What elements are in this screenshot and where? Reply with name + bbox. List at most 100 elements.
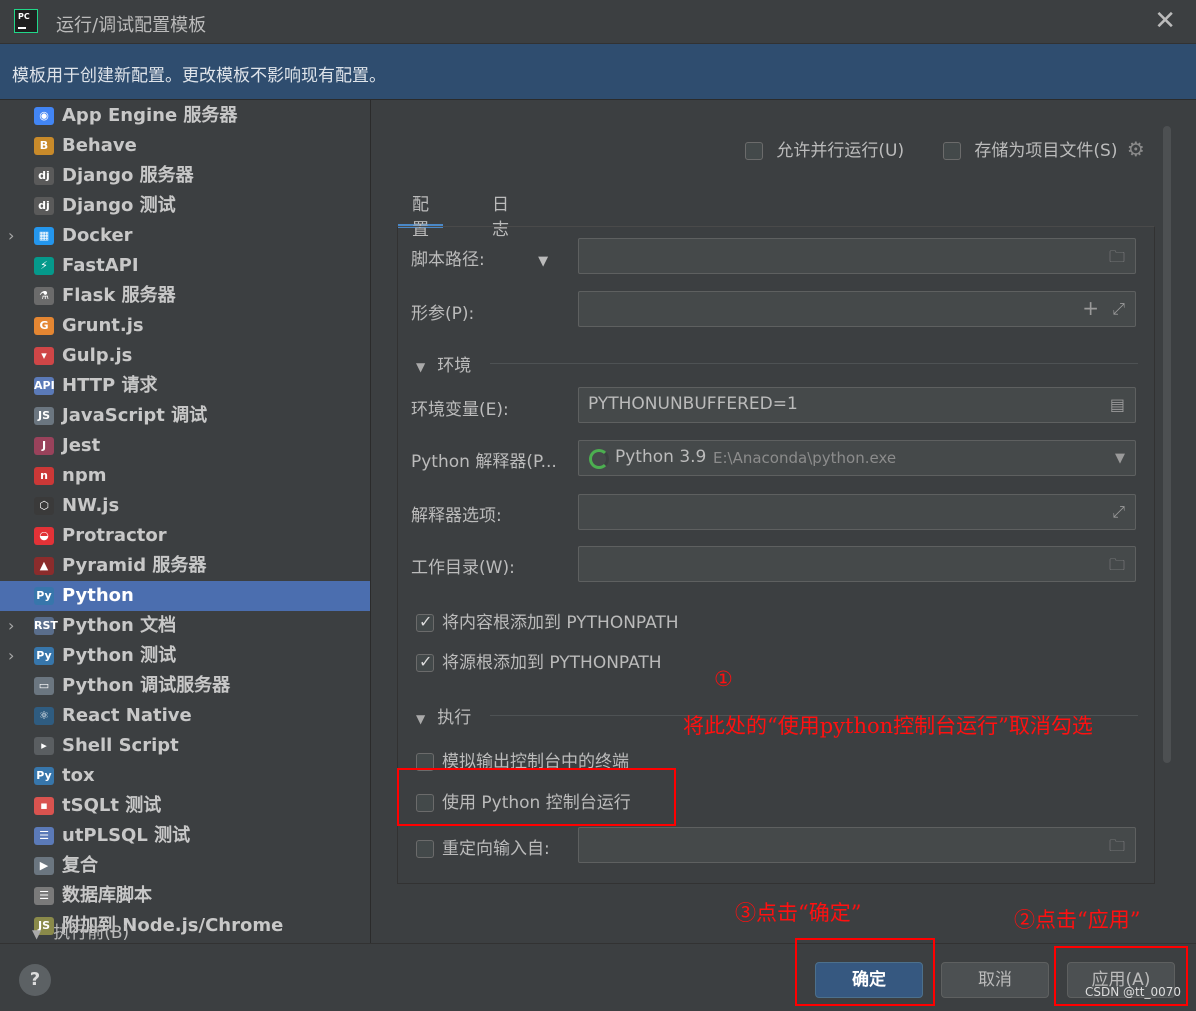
sidebar-item[interactable]: ⚗ Flask 服务器: [0, 281, 370, 311]
template-tree: ◉ App Engine 服务器 B Behave dj Django 服务器 dj Djan…: [0, 100, 371, 943]
window-title: 运行/调试配置模板: [56, 15, 207, 36]
chevron-right-icon[interactable]: ›: [8, 611, 14, 641]
script-path-label[interactable]: 脚本路径: ▼: [411, 245, 548, 270]
expand-icon[interactable]: ⤢: [1112, 502, 1125, 522]
sidebar-item[interactable]: JS JavaScript 调试: [0, 401, 370, 431]
sidebar-item[interactable]: ▸ Shell Script: [0, 731, 370, 761]
folder-icon[interactable]: 🗀: [1109, 246, 1125, 273]
docker-icon: ▦: [34, 227, 54, 245]
exec-section[interactable]: ▼ 执行: [416, 703, 471, 728]
close-icon[interactable]: ✕: [1154, 6, 1176, 36]
python-icon: Py: [34, 587, 54, 605]
sidebar-item-label: Shell Script: [62, 735, 179, 756]
sidebar-item[interactable]: › Py Python 测试: [0, 641, 370, 671]
interpreter-select[interactable]: Python 3.9 E:\Anaconda\python.exe ▼: [578, 440, 1136, 476]
sidebar-item-label: Docker: [62, 225, 133, 246]
expand-icon[interactable]: ⤢: [1112, 299, 1125, 319]
before-launch-section[interactable]: ▼ 执行前(B): [32, 918, 129, 943]
sidebar-item[interactable]: › RST Python 文档: [0, 611, 370, 641]
redirect-input-option[interactable]: 重定向输入自:: [416, 834, 550, 859]
app-icon-text: PC: [18, 12, 30, 21]
app-engine-icon: ◉: [34, 107, 54, 125]
sidebar-item[interactable]: Py tox: [0, 761, 370, 791]
sidebar-item[interactable]: ⬡ NW.js: [0, 491, 370, 521]
sidebar-item[interactable]: ▪ tSQLt 测试: [0, 791, 370, 821]
sidebar-item[interactable]: ◒ Protractor: [0, 521, 370, 551]
sidebar-item-label: NW.js: [62, 495, 120, 516]
workdir-field[interactable]: 🗀: [578, 546, 1136, 582]
allow-parallel-checkbox[interactable]: [745, 142, 763, 160]
help-button[interactable]: ?: [19, 964, 51, 996]
sidebar-item[interactable]: ▭ Python 调试服务器: [0, 671, 370, 701]
env-section-title: 环境: [437, 356, 472, 376]
sidebar-item-label: HTTP 请求: [62, 375, 158, 396]
sidebar-item[interactable]: ⚛ React Native: [0, 701, 370, 731]
tab-config[interactable]: 配置: [398, 186, 443, 240]
chevron-right-icon[interactable]: ›: [8, 641, 14, 671]
sidebar-item-label: App Engine 服务器: [62, 105, 238, 126]
tab-logs[interactable]: 日志: [478, 186, 523, 240]
interp-options-field[interactable]: ⤢: [578, 494, 1136, 530]
sidebar-item[interactable]: › ▦ Docker: [0, 221, 370, 251]
chevron-down-icon[interactable]: ▼: [538, 254, 548, 269]
params-field[interactable]: + ⤢: [578, 291, 1136, 327]
collapse-arrow-icon[interactable]: ▼: [416, 360, 425, 374]
fastapi-icon: ⚡: [34, 257, 54, 275]
pyramid-icon: ▲: [34, 557, 54, 575]
scrollbar[interactable]: [1163, 126, 1171, 763]
add-content-roots-checkbox[interactable]: [416, 612, 434, 632]
sidebar-item[interactable]: Py Python: [0, 581, 370, 611]
gulp-icon: ▾: [34, 347, 54, 365]
redirect-input-label: 重定向输入自:: [442, 839, 550, 859]
store-project-file-checkbox[interactable]: [943, 142, 961, 160]
folder-icon[interactable]: 🗀: [1109, 554, 1125, 581]
javascript-debug-icon: JS: [34, 407, 54, 425]
sidebar-item[interactable]: ◉ App Engine 服务器: [0, 101, 370, 131]
add-source-roots-checkbox[interactable]: [416, 652, 434, 672]
folder-icon[interactable]: 🗀: [1109, 835, 1125, 862]
banner-text: 模板用于创建新配置。更改模板不影响现有配置。: [12, 66, 386, 86]
chevron-down-icon[interactable]: ▼: [1115, 451, 1125, 466]
redirect-input-checkbox[interactable]: [416, 840, 434, 858]
sidebar-item[interactable]: ☰ utPLSQL 测试: [0, 821, 370, 851]
sidebar-item[interactable]: B Behave: [0, 131, 370, 161]
sidebar-item[interactable]: ▲ Pyramid 服务器: [0, 551, 370, 581]
sidebar-item[interactable]: API HTTP 请求: [0, 371, 370, 401]
script-path-field[interactable]: 🗀: [578, 238, 1136, 274]
collapse-arrow-icon[interactable]: ▼: [32, 927, 41, 941]
python-tests-icon: Py: [34, 647, 54, 665]
add-source-roots-label: 将源根添加到 PYTHONPATH: [442, 653, 662, 673]
redirect-input-field[interactable]: 🗀: [578, 827, 1136, 863]
interp-options-label: 解释器选项:: [411, 506, 502, 526]
sidebar-item[interactable]: n npm: [0, 461, 370, 491]
env-vars-field[interactable]: PYTHONUNBUFFERED=1 ▤: [578, 387, 1136, 423]
chevron-right-icon[interactable]: ›: [8, 221, 14, 251]
shell-script-icon: ▸: [34, 737, 54, 755]
cancel-button[interactable]: 取消: [941, 962, 1049, 998]
collapse-arrow-icon[interactable]: ▼: [416, 712, 425, 726]
allow-parallel-option[interactable]: 允许并行运行(U): [745, 136, 904, 161]
sidebar-item[interactable]: G Grunt.js: [0, 311, 370, 341]
sidebar-item[interactable]: ▾ Gulp.js: [0, 341, 370, 371]
dialog-footer: ? 确定 取消 应用(A): [0, 943, 1196, 1011]
sidebar-item[interactable]: ☰ 数据库脚本: [0, 881, 370, 911]
document-icon[interactable]: ▤: [1110, 395, 1125, 414]
django-icon: dj: [34, 167, 54, 185]
sidebar-item[interactable]: J Jest: [0, 431, 370, 461]
gear-icon[interactable]: ⚙: [1127, 137, 1145, 161]
django-test-icon: dj: [34, 197, 54, 215]
sidebar-item[interactable]: dj Django 测试: [0, 191, 370, 221]
http-api-icon: API: [34, 377, 55, 395]
store-project-file-option[interactable]: 存储为项目文件(S) ⚙: [943, 136, 1145, 161]
store-project-file-label: 存储为项目文件(S): [974, 141, 1118, 161]
sidebar-item-label: Django 服务器: [62, 165, 194, 186]
add-source-roots-option[interactable]: 将源根添加到 PYTHONPATH: [416, 648, 662, 673]
env-section[interactable]: ▼ 环境: [416, 351, 471, 376]
sidebar-item[interactable]: ⚡ FastAPI: [0, 251, 370, 281]
sidebar-item[interactable]: dj Django 服务器: [0, 161, 370, 191]
plus-icon[interactable]: +: [1082, 296, 1099, 320]
grunt-icon: G: [34, 317, 54, 335]
sidebar-item-label: 数据库脚本: [62, 885, 152, 906]
sidebar-item[interactable]: ▶ 复合: [0, 851, 370, 881]
add-content-roots-option[interactable]: 将内容根添加到 PYTHONPATH: [416, 608, 679, 633]
